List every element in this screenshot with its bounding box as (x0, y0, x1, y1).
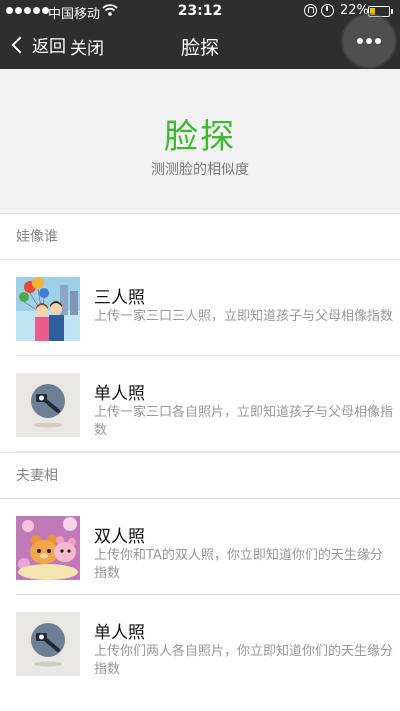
alarm-icon (321, 4, 334, 17)
section-header-couple-likeness: 夫妻相 (0, 452, 400, 499)
hero-title: 脸探 (164, 117, 236, 157)
item-description: 上传你们两人各自照片，你立即知道你们的天生缘分指数 (94, 644, 394, 677)
list-item-three-person-photo[interactable]: 三人照 上传一家三口三人照，立即知道孩子与父母相像指数 (16, 260, 400, 356)
item-title: 双人照 (94, 527, 145, 547)
item-title: 单人照 (94, 623, 145, 643)
item-description: 上传一家三口三人照，立即知道孩子与父母相像指数 (94, 309, 394, 324)
status-bar: 中国移动 23:12 22% (0, 0, 400, 24)
camera-placeholder-icon (16, 373, 80, 437)
hero-subtitle: 测测脸的相似度 (151, 162, 249, 178)
hero-header: 脸探 测测脸的相似度 (0, 69, 400, 213)
rotation-lock-icon (304, 4, 317, 17)
battery-cap (391, 9, 393, 14)
item-title: 单人照 (94, 384, 145, 404)
item-description: 上传一家三口各自照片，立即知道孩子与父母相像指数 (94, 405, 394, 438)
camera-placeholder-icon (16, 612, 80, 676)
family-photo-icon (16, 277, 80, 341)
dot-icon (366, 38, 372, 44)
item-description: 上传你和TA的双人照，你立即知道你们的天生缘分指数 (94, 548, 383, 581)
list-item-two-person-photo[interactable]: 双人照 上传你和TA的双人照，你立即知道你们的天生缘分指数 (16, 499, 400, 595)
more-button[interactable] (343, 15, 395, 67)
dot-icon (357, 38, 363, 44)
list-item-single-photo[interactable]: 单人照 上传一家三口各自照片，立即知道孩子与父母相像指数 (16, 356, 400, 452)
section-header-kid-likeness: 娃像谁 (0, 213, 400, 260)
list-item-single-photo-couple[interactable]: 单人照 上传你们两人各自照片，你立即知道你们的天生缘分指数 (16, 595, 400, 691)
page-title: 脸探 (180, 37, 219, 59)
menu-list: 娃像谁 三人照 上传一家三口三人照，立即知道孩子与父母相像指数 单人照 上传一家… (0, 213, 400, 711)
couple-bears-icon (16, 516, 80, 580)
dot-icon (375, 38, 381, 44)
item-title: 三人照 (94, 288, 145, 308)
navigation-bar: 返回 关闭 脸探 (0, 15, 400, 69)
top-bar: 中国移动 23:12 22% 返回 关闭 脸探 (0, 0, 400, 69)
